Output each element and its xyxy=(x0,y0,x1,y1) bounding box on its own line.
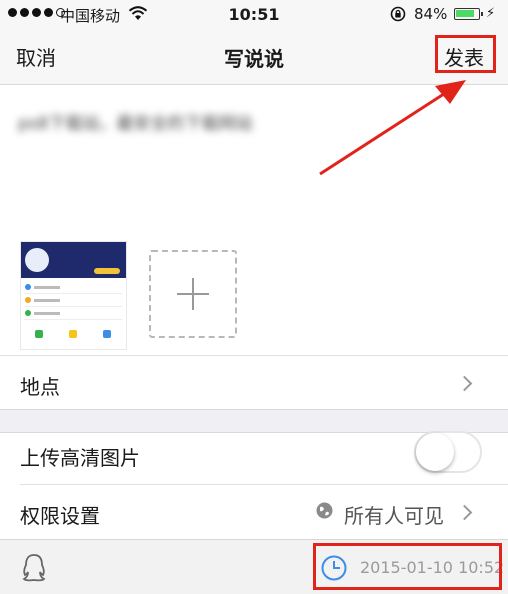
chevron-right-icon xyxy=(456,504,473,521)
divider xyxy=(0,355,508,356)
charging-bolt-icon: ⚡ xyxy=(486,6,496,21)
qq-penguin-icon[interactable] xyxy=(22,553,46,583)
toggle-knob xyxy=(416,433,454,471)
permission-value[interactable]: 所有人可见 xyxy=(344,500,444,529)
battery-icon xyxy=(454,8,483,20)
hd-upload-toggle[interactable] xyxy=(414,431,482,473)
battery-percentage: 84% xyxy=(414,5,448,23)
hd-upload-label: 上传高清图片 xyxy=(20,446,140,470)
annotation-arrow xyxy=(319,80,466,176)
page-title: 写说说 xyxy=(224,47,284,71)
publish-highlight-box xyxy=(435,35,496,73)
post-text-input[interactable]: ps8下载站，最安全的下载网站 xyxy=(18,109,252,134)
globe-icon xyxy=(316,502,333,519)
section-separator xyxy=(0,409,508,433)
location-label[interactable]: 地点 xyxy=(20,371,60,400)
time-highlight-box xyxy=(313,543,502,590)
add-photo-button[interactable] xyxy=(149,250,237,338)
chevron-right-icon xyxy=(456,375,473,392)
divider xyxy=(20,484,508,485)
photo-thumbnail[interactable] xyxy=(20,241,127,350)
permission-label[interactable]: 权限设置 xyxy=(20,500,100,529)
rotation-lock-icon xyxy=(390,6,406,22)
